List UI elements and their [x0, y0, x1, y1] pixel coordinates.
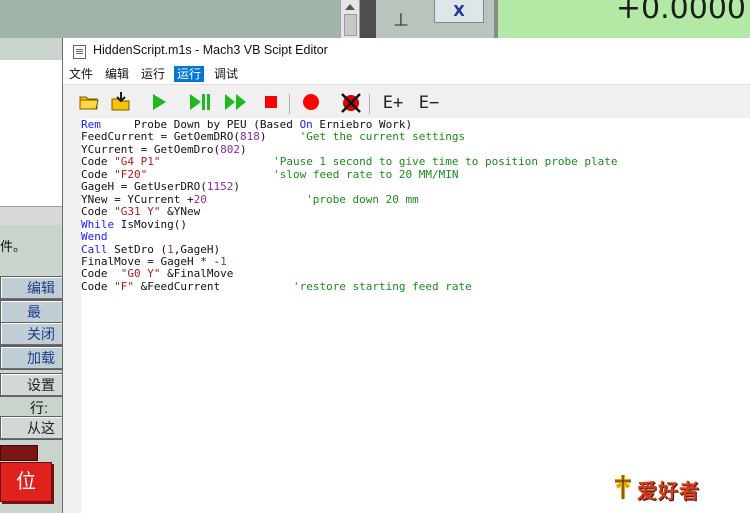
load-script-icon[interactable] — [109, 91, 133, 115]
breakpoint-icon[interactable] — [299, 91, 323, 115]
axis-x-button[interactable]: X — [434, 0, 484, 23]
menu-run[interactable]: 运行 — [138, 66, 168, 82]
code-token: FinalMove = GageH * - — [81, 254, 221, 268]
step-icon[interactable] — [223, 91, 247, 115]
code-token: Call — [81, 242, 108, 256]
dro-value: +0.0000 — [615, 0, 746, 26]
toolbar-separator — [369, 94, 370, 114]
code-token: YCurrent = GetOemDro( — [81, 142, 221, 156]
code-token: 'Get the current settings — [299, 130, 466, 144]
code-token: ,GageH) — [173, 242, 221, 256]
bg-edit-button[interactable]: 编辑 — [0, 276, 64, 300]
code-token: 1152 — [206, 180, 234, 194]
code-line[interactable]: Code "F" &FeedCurrent 'restore starting … — [81, 279, 472, 294]
code-token: Code — [81, 279, 115, 293]
code-token: Code — [81, 267, 121, 281]
background-divider — [0, 206, 62, 225]
code-token: Code — [81, 205, 115, 219]
clear-breakpoints-icon[interactable] — [339, 91, 363, 115]
code-token: "F" — [114, 279, 134, 293]
toolbar: E+ E− — [63, 88, 750, 118]
code-token: "F20" — [114, 167, 148, 181]
watch-remove-icon[interactable]: E− — [417, 91, 441, 115]
code-token: 818 — [239, 130, 260, 144]
code-token: 1 — [220, 254, 227, 268]
code-token: 'restore starting feed rate — [292, 279, 472, 293]
code-token: 1 — [167, 242, 174, 256]
scroll-thumb[interactable] — [344, 14, 357, 36]
toolbar-separator — [289, 94, 290, 114]
bg-run-from-button[interactable]: 从这 — [0, 416, 64, 440]
background-note-text: 件。 — [0, 239, 27, 254]
menu-bar: 文件 编辑 运行 运行 调试 — [63, 64, 750, 85]
document-icon — [73, 45, 86, 59]
code-token: "G0 Y" — [120, 267, 161, 281]
watermark-logo-icon — [615, 475, 631, 499]
code-token: Code — [81, 167, 115, 181]
code-token: ) — [259, 130, 300, 144]
site-watermark: 爱好者 — [611, 473, 731, 503]
code-token: 802 — [220, 142, 240, 156]
bg-settings-button[interactable]: 设置 — [0, 373, 64, 397]
background-rail — [360, 0, 376, 38]
code-token: IsMoving() — [114, 217, 187, 231]
code-token: Wend — [81, 230, 108, 244]
code-token: 'slow feed rate to 20 MM/MIN — [273, 167, 459, 181]
code-token: &FinalMove — [160, 267, 234, 281]
background-white-area — [0, 60, 62, 206]
code-editor[interactable]: Rem Probe Down by PEU (Based On Erniebro… — [81, 118, 750, 513]
background-scrollbar[interactable] — [340, 0, 359, 38]
code-token: 20 — [193, 192, 207, 206]
code-token: 'Pause 1 second to give time to position… — [273, 155, 618, 169]
scroll-up-icon[interactable] — [345, 4, 355, 10]
code-token: Probe Down by PEU (Based — [100, 118, 300, 131]
code-token: &YNew — [160, 205, 201, 219]
menu-run-active[interactable]: 运行 — [174, 66, 205, 82]
code-token: SetDro ( — [107, 242, 168, 256]
code-token: "G4 P1" — [114, 155, 161, 169]
code-token: "G31 Y" — [114, 205, 161, 219]
window-title: HiddenScript.m1s - Mach3 VB Scipt Editor — [93, 43, 328, 57]
title-bar[interactable]: HiddenScript.m1s - Mach3 VB Scipt Editor — [63, 38, 750, 64]
code-token: ) — [233, 180, 240, 194]
menu-file[interactable]: 文件 — [66, 66, 96, 82]
open-folder-icon[interactable] — [77, 91, 101, 115]
run-icon[interactable] — [147, 91, 171, 115]
bg-recent-button[interactable]: 最 — [0, 300, 64, 324]
dro-display: +0.0000 — [494, 0, 750, 38]
code-token: On — [299, 118, 313, 131]
axis-side-icon: 丄 — [394, 13, 408, 29]
script-editor-window: HiddenScript.m1s - Mach3 VB Scipt Editor… — [62, 38, 750, 513]
code-token: &FeedCurrent — [134, 279, 293, 293]
stop-icon[interactable] — [259, 91, 283, 115]
code-token: Rem — [81, 118, 101, 131]
bg-reset-button[interactable]: 位 — [0, 462, 52, 502]
code-token: GageH = GetUserDRO( — [81, 180, 207, 194]
pause-icon[interactable] — [187, 91, 211, 115]
watermark-text: 爱好者 — [637, 481, 700, 503]
watch-add-icon[interactable]: E+ — [381, 91, 405, 115]
code-token: YNew = YCurrent + — [81, 192, 194, 206]
code-token: Erniebro Work) — [312, 118, 413, 131]
code-token: FeedCurrent = GetOemDRO( — [81, 130, 240, 144]
code-token: Code — [81, 155, 115, 169]
menu-debug[interactable]: 调试 — [211, 66, 241, 82]
bg-close-button[interactable]: 关闭 — [0, 322, 64, 346]
bg-load-button[interactable]: 加载 — [0, 346, 64, 370]
menu-edit[interactable]: 编辑 — [102, 66, 132, 82]
background-panel-top — [0, 0, 340, 38]
code-token: 'probe down 20 mm — [306, 192, 419, 206]
bg-status-indicator — [0, 445, 38, 461]
bg-line-label: 行: — [30, 400, 48, 416]
code-token: ) — [239, 142, 247, 156]
axis-control-panel: 丄 X — [376, 0, 494, 38]
code-token: While — [81, 217, 115, 231]
